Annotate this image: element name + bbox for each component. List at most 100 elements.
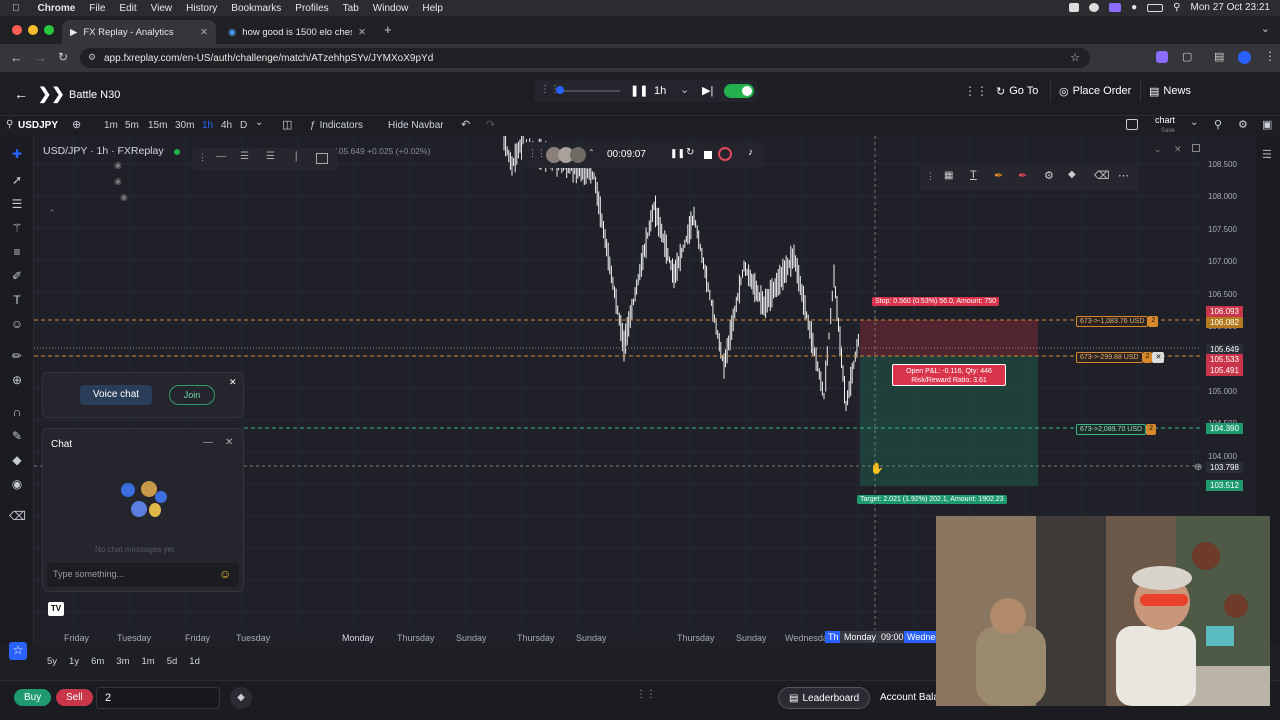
range-1d[interactable]: 1d bbox=[189, 656, 200, 667]
menu-tab[interactable]: Tab bbox=[343, 3, 359, 14]
symbol-search-icon[interactable]: ⚲ bbox=[6, 119, 13, 130]
timeframe-1h[interactable]: 1h bbox=[202, 120, 213, 131]
eye-icon[interactable]: ◉ bbox=[114, 176, 122, 187]
menu-history[interactable]: History bbox=[186, 3, 217, 14]
status-icon[interactable] bbox=[1109, 3, 1122, 12]
menu-edit[interactable]: Edit bbox=[119, 3, 136, 14]
order-tag-stop[interactable]: 673->-1,083.76 USD 2 bbox=[1076, 316, 1159, 327]
order-tag-entry[interactable]: 673->-299.88 USD 2 ✕ bbox=[1076, 352, 1165, 363]
status-icon[interactable] bbox=[1069, 3, 1080, 12]
bookmark-star-icon[interactable]: ☆ bbox=[1070, 51, 1080, 64]
stay-in-drawing-icon[interactable]: ✎ bbox=[9, 428, 25, 444]
pause-icon[interactable]: ❚❚ bbox=[630, 84, 648, 97]
address-bar[interactable]: ⚙ app.fxreplay.com/en-US/auth/challenge/… bbox=[80, 48, 1090, 68]
ruler-icon[interactable]: ✏ bbox=[9, 348, 25, 364]
close-window-dot[interactable] bbox=[12, 25, 22, 35]
settings-icon[interactable]: ⚙ bbox=[1238, 118, 1248, 131]
redo-icon[interactable]: ↷ bbox=[486, 118, 495, 131]
leaderboard-button[interactable]: ▤ Leaderboard bbox=[778, 687, 871, 709]
maximize-icon[interactable] bbox=[1192, 144, 1200, 152]
menu-view[interactable]: View bbox=[151, 3, 173, 14]
symbol-label[interactable]: USDJPY bbox=[18, 120, 58, 131]
add-alert-icon[interactable]: ⊕ bbox=[1194, 462, 1202, 473]
lines-tool-icon[interactable]: ☰ bbox=[240, 151, 249, 162]
slider-thumb[interactable] bbox=[556, 86, 564, 94]
lock-icon[interactable]: ◆ bbox=[230, 687, 252, 709]
tab-search-icon[interactable]: ⌄ bbox=[1261, 22, 1270, 35]
browser-menu-icon[interactable]: ⋮ bbox=[1264, 49, 1276, 63]
magnet-icon[interactable]: ∩ bbox=[9, 404, 25, 420]
minimize-window-dot[interactable] bbox=[28, 25, 38, 35]
timeframe-d[interactable]: D bbox=[240, 120, 247, 131]
timeframe-15m[interactable]: 15m bbox=[148, 120, 167, 131]
pnl-box[interactable]: Open P&L: -0.116, Qty: 446 Risk/Reward R… bbox=[892, 364, 1006, 386]
text-color-icon[interactable]: T bbox=[970, 169, 977, 181]
new-tab-icon[interactable]: + bbox=[384, 22, 392, 37]
buy-button[interactable]: Buy bbox=[14, 689, 52, 706]
pause-icon[interactable]: ❚❚ bbox=[670, 148, 685, 159]
chevron-down-icon[interactable]: ⌄ bbox=[680, 83, 689, 96]
undo-icon[interactable]: ↶ bbox=[461, 118, 470, 131]
collapse-icon[interactable]: ⌄ bbox=[1154, 144, 1162, 155]
target-label[interactable]: Target: 2.021 (1.92%) 202.1, Amount: 190… bbox=[857, 495, 1007, 504]
close-icon[interactable]: ✕ bbox=[225, 437, 233, 448]
stop-icon[interactable] bbox=[704, 151, 712, 159]
pitchfork-icon[interactable]: ⚚ bbox=[9, 220, 25, 236]
range-5d[interactable]: 5d bbox=[167, 656, 178, 667]
layout-selector[interactable]: chart Save bbox=[1155, 116, 1175, 136]
extension-icon[interactable]: ▤ bbox=[1214, 50, 1224, 63]
extension-icon[interactable] bbox=[1156, 51, 1168, 63]
layout-icon[interactable] bbox=[1126, 119, 1138, 130]
chevron-down-icon[interactable]: ⌄ bbox=[1190, 117, 1198, 128]
range-6m[interactable]: 6m bbox=[91, 656, 104, 667]
lock-icon[interactable]: ◆ bbox=[9, 452, 25, 468]
reset-icon[interactable]: ↻ bbox=[686, 147, 694, 158]
site-info-icon[interactable]: ⚙ bbox=[88, 52, 96, 63]
record-icon[interactable] bbox=[718, 147, 732, 161]
fill-color-icon[interactable]: ✒ bbox=[994, 169, 1003, 182]
emoji-icon[interactable]: ☺ bbox=[219, 567, 231, 581]
range-3m[interactable]: 3m bbox=[116, 656, 129, 667]
eye-icon[interactable]: ◉ bbox=[114, 160, 122, 171]
place-order-button[interactable]: ◎ Place Order bbox=[1050, 80, 1139, 102]
crosshair-icon[interactable]: ✚ bbox=[9, 146, 25, 162]
quantity-input[interactable]: 2 bbox=[96, 687, 220, 709]
lines-tool-icon[interactable]: ☰ bbox=[266, 151, 275, 162]
clock-text[interactable]: Mon 27 Oct 23:21 bbox=[1191, 2, 1271, 13]
wifi-icon[interactable]: ● bbox=[1131, 2, 1137, 13]
settings-icon[interactable]: ⚙ bbox=[1044, 169, 1054, 182]
chart-legend[interactable]: USD/JPY · 1h · FXReplay bbox=[43, 145, 164, 157]
drag-handle-icon[interactable]: ⋮⋮ bbox=[528, 148, 546, 159]
back-arrow-icon[interactable]: ← bbox=[14, 86, 28, 102]
browser-tab-fxreplay[interactable]: ▶ FX Replay - Analytics ✕ bbox=[62, 20, 216, 44]
browser-tab-google[interactable]: ◉ how good is 1500 elo chess ✕ bbox=[220, 20, 374, 44]
menu-bookmarks[interactable]: Bookmarks bbox=[231, 3, 281, 14]
autoplay-toggle[interactable] bbox=[724, 84, 754, 98]
minimize-icon[interactable]: — bbox=[203, 437, 213, 448]
compare-icon[interactable]: ⊕ bbox=[72, 118, 81, 131]
hide-navbar-button[interactable]: Hide Navbar bbox=[388, 120, 444, 131]
reload-icon[interactable]: ↻ bbox=[58, 50, 68, 64]
zoom-icon[interactable]: ⚲ bbox=[1214, 118, 1222, 131]
chevron-down-icon[interactable]: ⌄ bbox=[255, 117, 263, 128]
grid-menu-icon[interactable]: ⋮⋮ bbox=[964, 84, 988, 98]
timeframe-5m[interactable]: 5m bbox=[125, 120, 139, 131]
trash-icon[interactable]: ⌫ bbox=[1094, 169, 1110, 182]
camera-icon[interactable]: ▣ bbox=[1262, 118, 1272, 131]
text-tool-icon[interactable]: T bbox=[9, 292, 25, 308]
favorites-icon[interactable]: ☆ bbox=[9, 642, 27, 660]
vertical-line-icon[interactable]: ❘ bbox=[292, 151, 300, 162]
range-1m[interactable]: 1m bbox=[142, 656, 155, 667]
range-1y[interactable]: 1y bbox=[69, 656, 79, 667]
rectangle-tool-icon[interactable] bbox=[316, 153, 328, 164]
menu-help[interactable]: Help bbox=[422, 3, 443, 14]
maximize-window-dot[interactable] bbox=[44, 25, 54, 35]
replay-timeframe[interactable]: 1h bbox=[654, 85, 666, 97]
collapse-legend-icon[interactable]: ⌃ bbox=[48, 208, 56, 219]
menu-file[interactable]: File bbox=[89, 3, 105, 14]
apple-icon[interactable]:  bbox=[12, 3, 20, 14]
lock-icon[interactable]: ◆ bbox=[1068, 169, 1076, 180]
puzzle-icon[interactable]: ▢ bbox=[1182, 50, 1192, 63]
candle-style-icon[interactable]: ◫ bbox=[282, 118, 292, 131]
close-icon[interactable]: ✕ bbox=[229, 377, 237, 388]
